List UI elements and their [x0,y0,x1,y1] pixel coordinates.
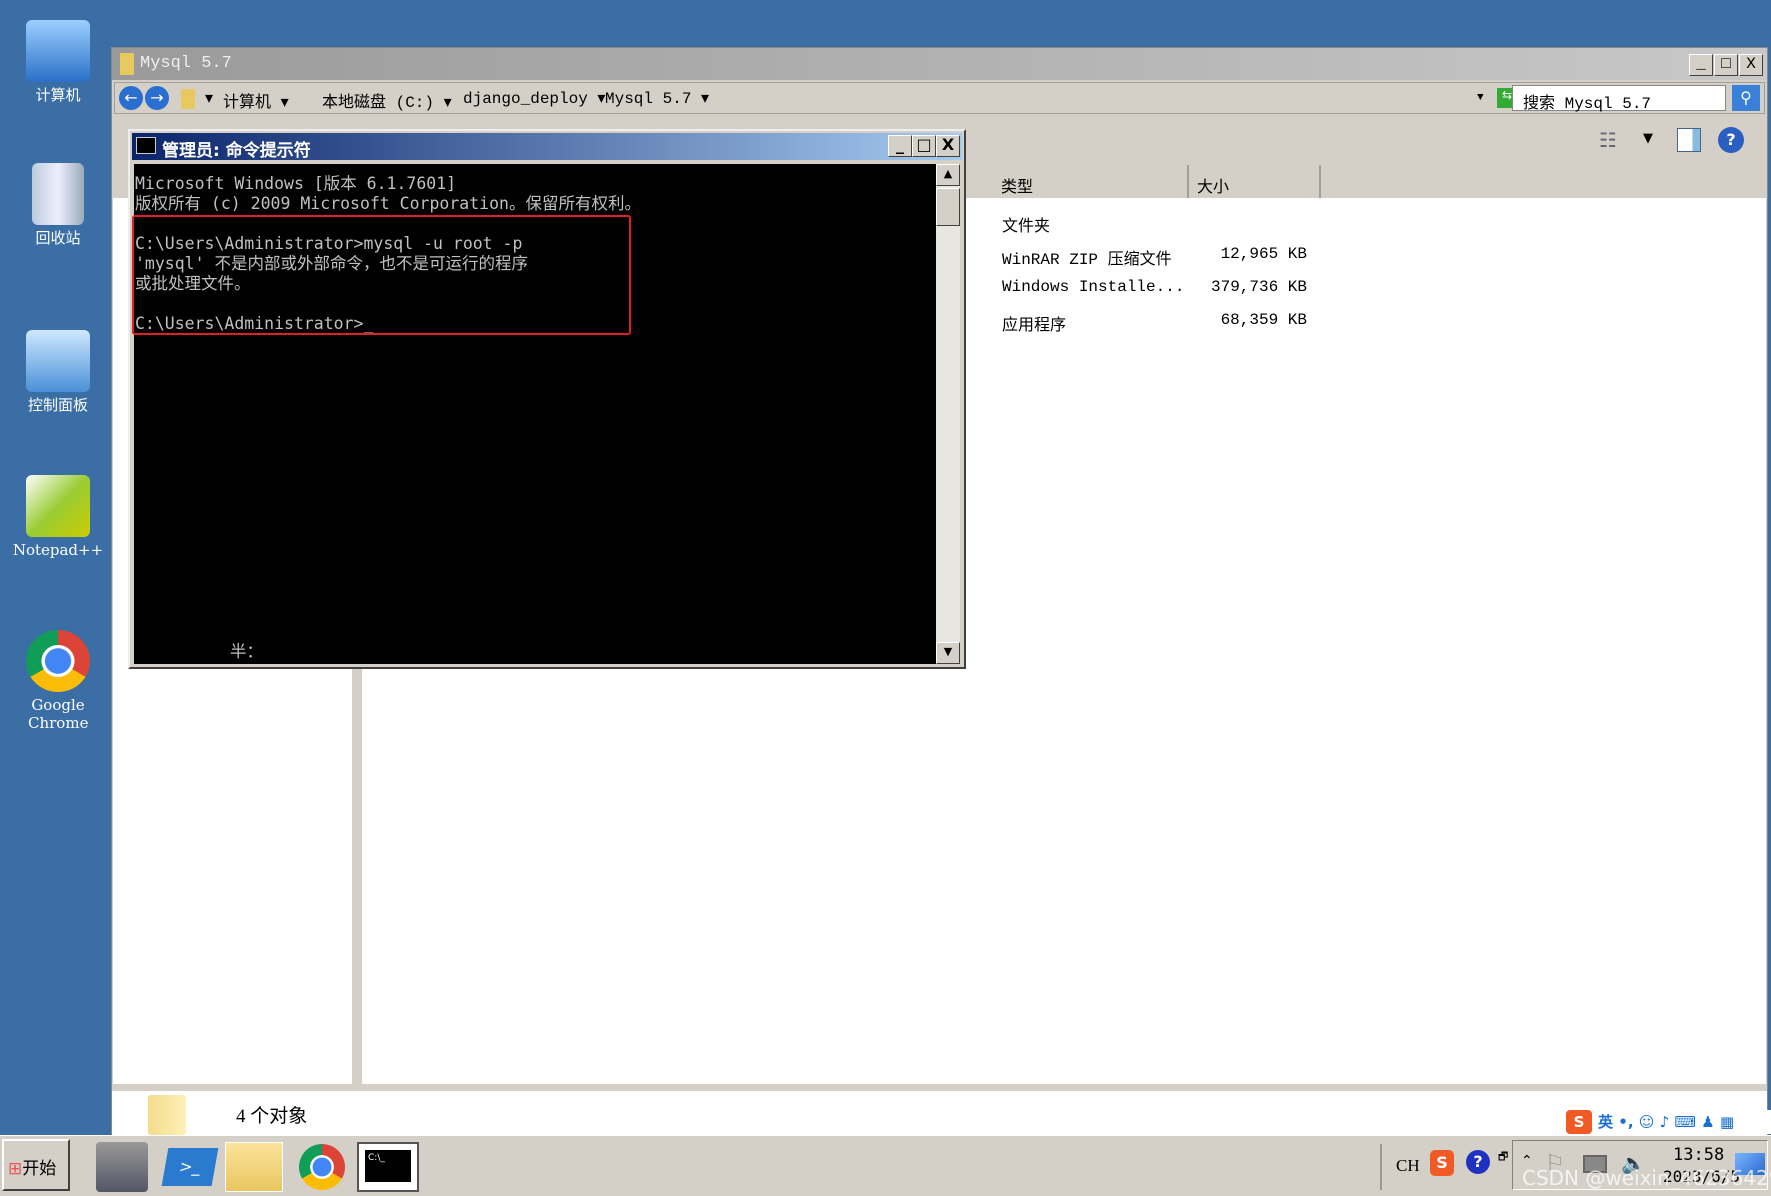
start-button[interactable]: ⊞开始 [2,1139,70,1191]
view-options-icon[interactable]: ☷ [1599,128,1617,152]
highlight-box [132,215,631,335]
file-row[interactable]: 应用程序 68,359 KB [1002,311,1312,335]
windows-logo-icon: ⊞ [8,1159,23,1179]
label: 控制面板 [27,396,88,414]
maximize-button[interactable]: □ [1714,54,1738,76]
ime-tools-icons[interactable]: •, ☺ ♪ ⌨ ♟ ▦ [1618,1113,1734,1131]
preview-pane-icon[interactable] [1677,128,1701,152]
divider [1380,1144,1382,1190]
cmd-minimize-button[interactable]: _ [888,135,912,157]
desktop-icon-recycle-bin[interactable]: 回收站 [8,163,108,247]
file-type: Windows Installe... [1002,278,1185,296]
cmd-title: 管理员: 命令提示符 [162,141,311,161]
crumb-label: django_deploy [463,90,588,108]
back-button[interactable]: ← [119,86,143,110]
address-history-dropdown[interactable]: ▼ [1477,92,1484,104]
start-label: 开始 [22,1159,57,1179]
header-label: 类型 [1001,177,1034,196]
explorer-title-bar[interactable]: Mysql 5.7 _ □ X [112,48,1767,80]
file-type: 应用程序 [1002,317,1067,335]
column-header-type[interactable]: 类型 [993,165,1189,199]
ime-status: 半： [230,642,263,661]
desktop-icon-notepadpp[interactable]: Notepad++ [8,475,108,559]
breadcrumb-item[interactable]: Mysql 5.7 ▾ [605,88,709,108]
file-row[interactable]: WinRAR ZIP 压缩文件 12,965 KB [1002,245,1312,269]
folder-icon [181,89,195,109]
close-button[interactable]: X [1739,54,1763,76]
crumb-label: 计算机 [223,94,272,112]
column-header-size[interactable]: 大小 [1189,165,1321,199]
file-size: 68,359 KB [1220,311,1307,329]
chrome-icon [26,630,90,692]
recycle-bin-icon [32,163,84,225]
cmd-taskbar-icon[interactable]: C:\_ [357,1142,419,1192]
minimize-button[interactable]: _ [1689,54,1713,76]
label: Google Chrome [28,696,89,732]
desktop-icon-chrome[interactable]: Google Chrome [8,630,108,732]
label: 计算机 [35,86,81,104]
cmd-close-button[interactable]: X [936,135,960,157]
file-row[interactable]: 文件夹 [1002,212,1312,236]
taskbar: ⊞开始 >_ C:\_ CH S ? 🗗 ⌃ ⚐ 🔈 13:58 2023/6/… [0,1135,1771,1196]
search-icon[interactable]: ⚲ [1732,85,1760,111]
clock-time[interactable]: 13:58 [1673,1145,1724,1165]
server-manager-icon[interactable] [96,1142,148,1192]
csdn-watermark: CSDN @weixin_46236429 [1522,1166,1771,1190]
cmd-maximize-button[interactable]: □ [912,135,936,157]
breadcrumb-item[interactable]: 本地磁盘 (C:) ▾ [322,88,452,112]
scroll-thumb[interactable] [936,188,960,226]
file-type: 文件夹 [1002,218,1051,236]
label: Notepad++ [12,541,104,559]
crumb-label: Mysql 5.7 [605,90,692,108]
cmd-icon [136,137,156,154]
restore-bar-icon[interactable]: 🗗 [1498,1148,1508,1167]
folder-icon [148,1095,186,1135]
cmd-title-bar[interactable]: 管理员: 命令提示符 _ □ X [132,133,962,161]
chrome-taskbar-icon[interactable] [299,1144,345,1190]
computer-icon [26,20,90,82]
forward-button[interactable]: → [145,86,169,110]
nav-pane-splitter[interactable] [352,648,362,1085]
notepad-plus-plus-icon [26,475,90,537]
scroll-up-button[interactable]: ▲ [936,164,960,186]
search-input[interactable]: 搜索 Mysql 5.7 [1512,85,1726,113]
scroll-down-button[interactable]: ▼ [936,642,960,664]
help-icon[interactable]: ? [1718,127,1744,153]
ime-language[interactable]: 英 [1598,1113,1613,1131]
explorer-taskbar-icon[interactable] [225,1142,283,1192]
console-line: 版权所有 (c) 2009 Microsoft Corporation。保留所有… [135,194,641,213]
language-indicator[interactable]: CH [1396,1156,1420,1176]
view-dropdown-icon[interactable]: ▼ [1643,131,1653,146]
console-line: Microsoft Windows [版本 6.1.7601] [135,174,457,193]
label: 回收站 [35,229,81,247]
crumb-label: 本地磁盘 (C:) [322,94,435,112]
cmd-scrollbar[interactable]: ▲ ▼ [936,164,960,664]
help-tray-icon[interactable]: ? [1466,1150,1490,1174]
file-row[interactable]: Windows Installe... 379,736 KB [1002,278,1312,300]
item-count: 4 个对象 [236,1106,308,1127]
cmd-window: 管理员: 命令提示符 _ □ X Microsoft Windows [版本 6… [128,129,966,669]
sogou-tray-icon[interactable]: S [1430,1150,1454,1176]
window-title: Mysql 5.7 [140,54,232,73]
file-size: 379,736 KB [1210,278,1307,296]
file-type: WinRAR ZIP 压缩文件 [1002,251,1172,269]
sogou-icon: S [1566,1110,1592,1134]
control-panel-icon [26,330,90,392]
breadcrumb-separator[interactable]: ▾ [205,88,213,108]
search-placeholder: 搜索 Mysql 5.7 [1523,95,1652,113]
details-pane: 4 个对象 [112,1091,1767,1135]
header-label: 大小 [1197,177,1230,196]
breadcrumb-item[interactable]: 计算机 ▾ [223,88,289,112]
file-size: 12,965 KB [1220,245,1307,263]
desktop-icon-computer[interactable]: 计算机 [8,20,108,104]
breadcrumb-item[interactable]: django_deploy ▾ [463,88,605,108]
folder-icon [120,53,134,75]
cmd-console[interactable]: Microsoft Windows [版本 6.1.7601] 版权所有 (c)… [132,164,936,664]
powershell-icon[interactable]: >_ [161,1148,219,1186]
address-bar[interactable]: ← → ▾ 计算机 ▾ 本地磁盘 (C:) ▾ django_deploy ▾ … [114,82,1765,114]
ime-toolbar[interactable]: S 英 •, ☺ ♪ ⌨ ♟ ▦ [1566,1110,1771,1134]
desktop-icon-control-panel[interactable]: 控制面板 [8,330,108,414]
